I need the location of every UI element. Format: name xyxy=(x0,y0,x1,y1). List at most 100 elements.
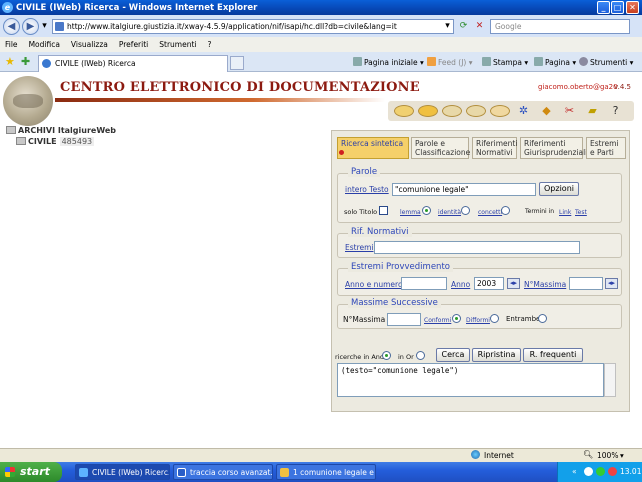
anno-input[interactable]: 2003 xyxy=(474,277,504,290)
help-icon[interactable]: ? xyxy=(607,103,624,119)
anno-label[interactable]: Anno xyxy=(451,280,470,289)
zoom-dropdown-icon[interactable]: ▾ xyxy=(620,451,624,460)
menu-bar: File Modifica Visualizza Preferiti Strum… xyxy=(0,37,642,52)
tab-riferimenti-giurisprudenziali[interactable]: Riferimenti Giurisprudenziali xyxy=(520,137,587,159)
query-scrollbar[interactable] xyxy=(604,363,616,397)
menu-help[interactable]: ? xyxy=(208,40,212,49)
forward-button[interactable]: ▶ xyxy=(22,18,39,35)
numero-massima-input[interactable] xyxy=(569,277,603,290)
tree-root[interactable]: ARCHIVI ItalgiureWeb xyxy=(6,126,116,135)
tray-expand-icon[interactable]: « xyxy=(572,462,577,482)
concetti-radio[interactable] xyxy=(501,206,510,215)
test-link[interactable]: Test xyxy=(575,209,587,216)
anno-numero-label[interactable]: Anno e numero xyxy=(345,280,403,289)
or-radio[interactable] xyxy=(416,351,425,360)
folder-icon[interactable]: ◆ xyxy=(538,103,555,119)
page-menu-icon xyxy=(534,57,543,66)
clock[interactable]: 13.01 xyxy=(620,462,641,482)
task-ie[interactable]: CIVILE (IWeb) Ricerc... xyxy=(75,464,170,480)
entrambe-radio[interactable] xyxy=(538,314,547,323)
oval-button-4[interactable] xyxy=(466,105,486,117)
minimize-button[interactable]: _ xyxy=(597,1,610,14)
identita-radio[interactable] xyxy=(461,206,470,215)
massima-arrows-icon[interactable]: ◂▸ xyxy=(605,278,618,289)
page-menu-button[interactable]: Pagina ▾ xyxy=(534,57,576,67)
and-radio[interactable] xyxy=(382,351,391,360)
active-tab-marker xyxy=(339,150,344,155)
add-favorites-icon[interactable]: ✚ xyxy=(21,55,30,68)
header-rule xyxy=(55,98,385,102)
address-dropdown-icon[interactable]: ▾ xyxy=(441,19,454,34)
tab-riferimenti-normativi[interactable]: Riferimenti Normativi xyxy=(472,137,517,159)
estremi-provvedimento-legend: Estremi Provvedimento xyxy=(348,262,453,272)
history-dropdown-icon[interactable]: ▾ xyxy=(38,19,51,34)
ripristina-button[interactable]: Ripristina xyxy=(472,348,521,362)
tree-item-civile[interactable]: CIVILE 485493 xyxy=(16,137,95,146)
numero-massima-label[interactable]: N°Massima xyxy=(524,280,566,289)
new-tab-button[interactable] xyxy=(230,56,244,70)
task-folder[interactable]: 1 comunione legale e ... xyxy=(276,464,376,480)
anno-numero-input[interactable] xyxy=(401,277,447,290)
zoom-icon[interactable]: 🔍︎ xyxy=(583,450,593,459)
eraser-icon[interactable]: ▰ xyxy=(584,103,601,119)
tab-parole-classificazione[interactable]: Parole e Classificazione xyxy=(411,137,470,159)
identita-label: identità xyxy=(438,209,462,216)
refresh-icon[interactable]: ⟳ xyxy=(457,19,470,34)
menu-strumenti[interactable]: Strumenti xyxy=(159,40,196,49)
estremi-label[interactable]: Estremi xyxy=(345,243,374,252)
back-button[interactable]: ◀ xyxy=(3,18,20,35)
cerca-button[interactable]: Cerca xyxy=(436,348,470,362)
task-document[interactable]: traccia corso avanzat... xyxy=(173,464,273,480)
frequenti-button[interactable]: R. frequenti xyxy=(523,348,583,362)
maximize-button[interactable]: □ xyxy=(611,1,624,14)
difformi-radio[interactable] xyxy=(490,314,499,323)
ie-icon: e xyxy=(2,2,13,13)
oval-button-2[interactable] xyxy=(418,105,438,117)
tab-ricerca-sintetica[interactable]: Ricerca sintetica xyxy=(337,137,409,159)
window-title: CIVILE (IWeb) Ricerca - Windows Internet… xyxy=(16,2,258,13)
tab-estremi-parti[interactable]: Estremi e Parti xyxy=(586,137,626,159)
solo-titolo-checkbox[interactable] xyxy=(379,206,388,215)
menu-visualizza[interactable]: Visualizza xyxy=(71,40,108,49)
feed-button[interactable]: Feed (J) ▾ xyxy=(427,57,473,67)
link-link[interactable]: Link xyxy=(559,209,571,216)
conformi-radio[interactable] xyxy=(452,314,461,323)
opzioni-button[interactable]: Opzioni xyxy=(539,182,579,196)
gear-icon xyxy=(579,57,588,66)
favorites-star-icon[interactable]: ★ xyxy=(5,55,15,68)
oval-button-5[interactable] xyxy=(490,105,510,117)
intero-testo-input[interactable]: "comunione legale" xyxy=(392,183,536,196)
browser-tab[interactable]: CIVILE (IWeb) Ricerca xyxy=(38,55,228,72)
search-input[interactable]: Google xyxy=(490,19,630,34)
menu-file[interactable]: File xyxy=(5,40,18,49)
user-name: giacomo.oberto@ga20 xyxy=(538,83,618,91)
scissors-icon[interactable]: ✂ xyxy=(561,103,578,119)
feed-icon xyxy=(427,57,436,66)
anno-arrows-icon[interactable]: ◂▸ xyxy=(507,278,520,289)
massime-numero-input[interactable] xyxy=(387,313,421,326)
intero-testo-label[interactable]: intero Testo xyxy=(345,185,389,194)
conformi-label: Conformi xyxy=(424,317,452,324)
zoom-level[interactable]: 100% xyxy=(597,451,618,460)
tray-icon-3[interactable] xyxy=(608,467,617,476)
menu-preferiti[interactable]: Preferiti xyxy=(119,40,148,49)
query-textarea[interactable]: (testo="comunione legale") xyxy=(337,363,604,397)
tools-menu-button[interactable]: Strumenti ▾ xyxy=(579,57,633,67)
estremi-input[interactable] xyxy=(374,241,580,254)
stop-icon[interactable]: ✕ xyxy=(473,19,486,34)
print-button[interactable]: Stampa ▾ xyxy=(482,57,528,67)
start-button[interactable]: start xyxy=(0,462,62,482)
lemma-radio[interactable] xyxy=(422,206,431,215)
tray-icon-2[interactable] xyxy=(596,467,605,476)
oval-button-1[interactable] xyxy=(394,105,414,117)
home-icon xyxy=(353,57,362,66)
oval-button-3[interactable] xyxy=(442,105,462,117)
document-icon xyxy=(16,137,26,145)
massime-successive-legend: Massime Successive xyxy=(348,298,441,308)
network-icon[interactable]: ✲ xyxy=(515,103,532,119)
tray-icon-1[interactable] xyxy=(584,467,593,476)
address-input[interactable]: http://www.italgiure.giustizia.it/xway-4… xyxy=(52,19,454,34)
home-button[interactable]: Pagina iniziale ▾ xyxy=(353,57,424,67)
close-button[interactable]: ✕ xyxy=(626,1,639,14)
menu-modifica[interactable]: Modifica xyxy=(29,40,60,49)
